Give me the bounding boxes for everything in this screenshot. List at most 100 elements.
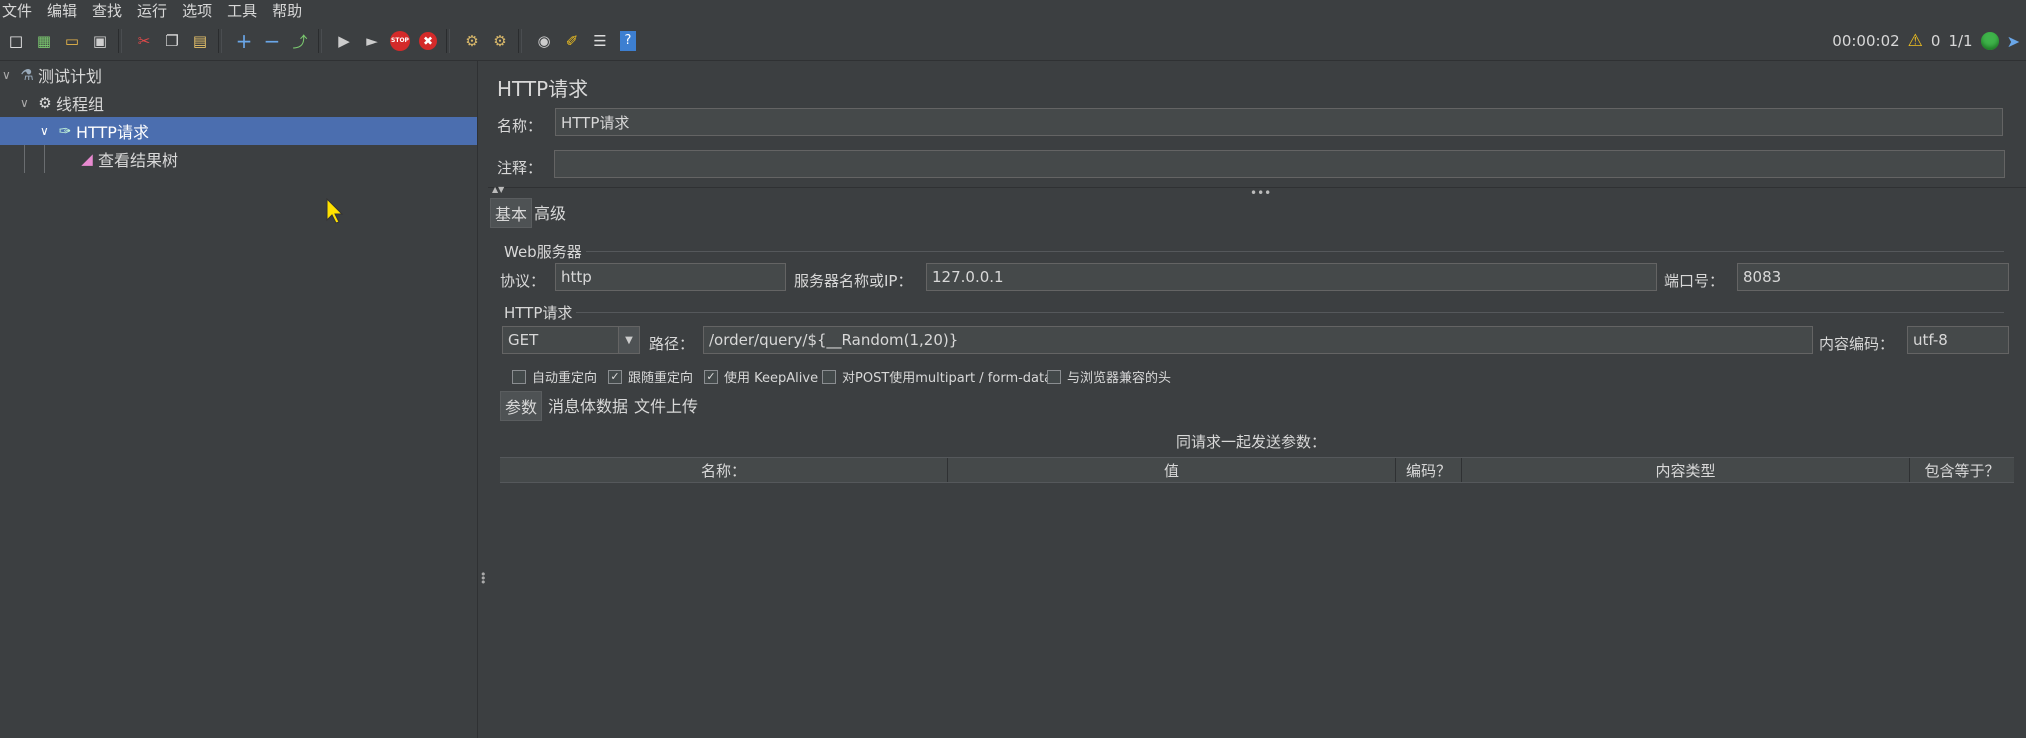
- test-plan-icon: ⚗: [20, 66, 34, 84]
- http-request-panel: HTTP请求 名称： HTTP请求 注释： ▲▼ ••• 基本 高级 Web服务…: [488, 61, 2026, 738]
- tree-node-http-request[interactable]: ∨ ✑ HTTP请求: [0, 117, 477, 145]
- menu-run[interactable]: 运行: [135, 0, 176, 21]
- browser-headers-checkbox[interactable]: 与浏览器兼容的头: [1047, 367, 1171, 386]
- checkbox-box[interactable]: [822, 369, 836, 384]
- group-divider: [586, 251, 2004, 252]
- protocol-field[interactable]: http: [555, 263, 786, 291]
- cut-icon[interactable]: ✂: [132, 29, 156, 53]
- help-icon[interactable]: ?: [616, 29, 640, 53]
- params-table-header: 名称： 值 编码？ 内容类型 包含等于？: [500, 457, 2014, 483]
- copy-icon[interactable]: ❐: [160, 29, 184, 53]
- tree-node-label: 查看结果树: [98, 151, 179, 170]
- tree-node-label: 线程组: [56, 95, 105, 114]
- menu-help[interactable]: 帮助: [270, 0, 311, 21]
- toolbar-separator: [518, 29, 522, 53]
- toolbar: □ ▦ ▭ ▣ ✂ ❐ ▤ + − ⤴ ▶ ► STOP ✖ ⚙ ⚙ ◉ ✐ ☰…: [0, 22, 2026, 61]
- group-divider: [576, 312, 2004, 313]
- tab-parameters[interactable]: 参数: [500, 391, 543, 421]
- paste-icon[interactable]: ▤: [188, 29, 212, 53]
- column-header-name[interactable]: 名称：: [500, 458, 948, 482]
- checkbox-label: 对POST使用multipart / form-data: [842, 371, 1053, 386]
- chevron-down-icon[interactable]: ∨: [2, 68, 16, 82]
- open-icon[interactable]: ▭: [60, 29, 84, 53]
- encoding-value: utf-8: [1913, 331, 1948, 349]
- follow-redirect-checkbox[interactable]: ✓ 跟随重定向: [608, 367, 693, 386]
- comment-field[interactable]: [554, 150, 2005, 178]
- chevron-down-icon[interactable]: ▼: [618, 326, 640, 354]
- warning-icon[interactable]: ⚠: [1908, 31, 1923, 51]
- start-no-pause-icon[interactable]: ►: [360, 29, 384, 53]
- tab-file-upload[interactable]: 文件上传: [630, 391, 702, 419]
- keepalive-checkbox[interactable]: ✓ 使用 KeepAlive: [704, 367, 818, 386]
- splitter-grip-icon[interactable]: •••: [1250, 186, 1271, 200]
- checkbox-box[interactable]: [512, 369, 526, 384]
- clear-icon[interactable]: ⚙: [460, 29, 484, 53]
- chevron-down-icon[interactable]: ∨: [20, 96, 34, 110]
- start-icon[interactable]: ▶: [332, 29, 356, 53]
- encoding-field[interactable]: utf-8: [1907, 326, 2009, 354]
- path-value: /order/query/${__Random(1,20)}: [709, 331, 959, 349]
- splitter-arrows-icon[interactable]: ▲▼: [492, 185, 504, 194]
- tab-basic[interactable]: 基本: [490, 198, 533, 228]
- menu-search[interactable]: 查找: [90, 0, 131, 21]
- tree-guide-line: [44, 145, 45, 173]
- checkbox-label: 使用 KeepAlive: [724, 371, 819, 386]
- menu-tools[interactable]: 工具: [225, 0, 266, 21]
- name-label: 名称：: [497, 117, 543, 135]
- divider-grip-icon[interactable]: • • •: [480, 569, 487, 588]
- column-header-include-equals[interactable]: 包含等于？: [1910, 458, 2014, 482]
- remote-icon[interactable]: ➤: [2007, 32, 2020, 51]
- page-title: HTTP请求: [497, 77, 589, 101]
- new-icon[interactable]: □: [4, 29, 28, 53]
- menu-file[interactable]: 文件: [0, 0, 41, 21]
- gear-icon: ⚙: [38, 94, 52, 112]
- tab-advanced[interactable]: 高级: [530, 198, 570, 226]
- menu-edit[interactable]: 编辑: [45, 0, 86, 21]
- reset-search-icon[interactable]: ✐: [560, 29, 584, 53]
- path-field[interactable]: /order/query/${__Random(1,20)}: [703, 326, 1813, 354]
- graph-icon: ◢: [81, 150, 93, 168]
- server-field[interactable]: 127.0.0.1: [926, 263, 1657, 291]
- tab-body-data[interactable]: 消息体数据: [544, 391, 632, 419]
- panel-splitter[interactable]: ▲▼ •••: [488, 185, 2026, 200]
- clear-all-icon[interactable]: ⚙: [488, 29, 512, 53]
- tree-node-test-plan[interactable]: ∨ ⚗ 测试计划: [2, 61, 472, 89]
- toggle-icon[interactable]: ⤴: [288, 29, 312, 53]
- templates-icon[interactable]: ▦: [32, 29, 56, 53]
- name-field[interactable]: HTTP请求: [555, 108, 2003, 136]
- stop-icon[interactable]: STOP: [388, 29, 412, 53]
- server-label: 服务器名称或IP：: [794, 272, 913, 290]
- shutdown-icon[interactable]: ✖: [416, 29, 440, 53]
- tree-node-view-results-tree[interactable]: ◢ 查看结果树: [76, 145, 472, 173]
- checkmark-icon[interactable]: ✓: [608, 369, 622, 384]
- tree-node-thread-group[interactable]: ∨ ⚙ 线程组: [20, 89, 472, 117]
- auto-redirect-checkbox[interactable]: 自动重定向: [512, 367, 597, 386]
- checkmark-icon[interactable]: ✓: [704, 369, 718, 384]
- checkbox-label: 跟随重定向: [628, 371, 694, 386]
- collapse-icon[interactable]: −: [260, 29, 284, 53]
- column-header-value[interactable]: 值: [948, 458, 1396, 482]
- expand-icon[interactable]: +: [232, 29, 256, 53]
- path-label: 路径：: [649, 335, 695, 353]
- column-header-content-type[interactable]: 内容类型: [1462, 458, 1910, 482]
- column-header-encode[interactable]: 编码？: [1396, 458, 1462, 482]
- checkbox-box[interactable]: [1047, 369, 1061, 384]
- port-field[interactable]: 8083: [1737, 263, 2009, 291]
- toolbar-separator: [218, 29, 222, 53]
- chevron-down-icon[interactable]: ∨: [40, 124, 54, 138]
- checkbox-label: 自动重定向: [532, 371, 598, 386]
- web-server-group-title: Web服务器: [504, 243, 582, 261]
- http-request-group-title: HTTP请求: [504, 304, 573, 322]
- method-select[interactable]: GET: [502, 326, 620, 354]
- thread-count: 1/1: [1948, 32, 1973, 50]
- save-icon[interactable]: ▣: [88, 29, 112, 53]
- multipart-checkbox[interactable]: 对POST使用multipart / form-data: [822, 367, 1052, 386]
- search-icon[interactable]: ◉: [532, 29, 556, 53]
- menu-options[interactable]: 选项: [180, 0, 221, 21]
- function-helper-icon[interactable]: ☰: [588, 29, 612, 53]
- encoding-label: 内容编码：: [1819, 335, 1895, 353]
- protocol-label: 协议：: [500, 272, 546, 290]
- comment-label: 注释：: [497, 159, 543, 177]
- mouse-cursor-icon: [326, 198, 344, 224]
- port-label: 端口号：: [1664, 272, 1725, 290]
